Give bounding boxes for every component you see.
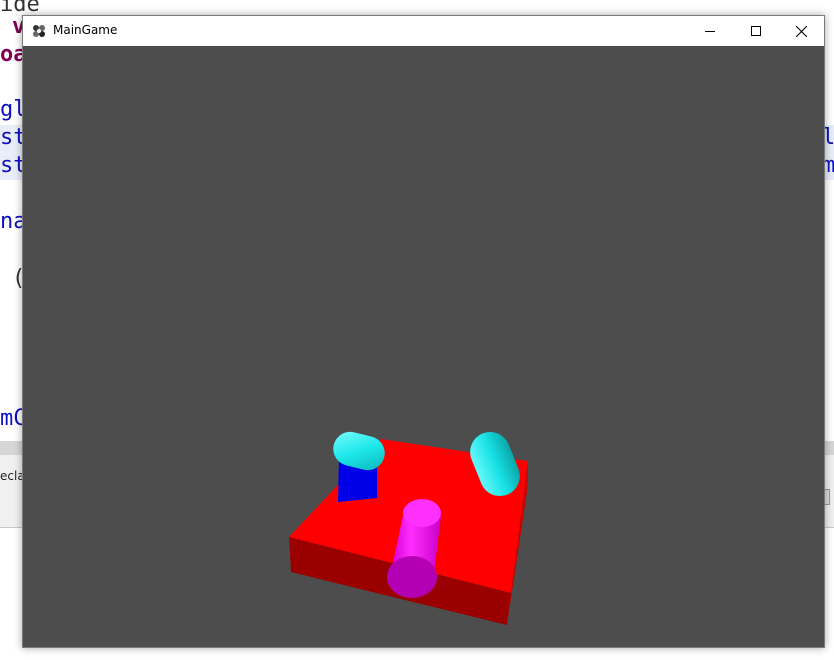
game-viewport[interactable]	[23, 46, 824, 647]
minimize-button[interactable]	[687, 16, 733, 46]
close-button[interactable]	[778, 16, 824, 46]
minimize-icon	[705, 31, 715, 32]
scene-render	[289, 431, 528, 625]
title-bar[interactable]: MainGame	[23, 16, 824, 46]
window-title: MainGame	[53, 23, 118, 37]
app-icon	[33, 25, 45, 37]
close-icon	[795, 25, 807, 37]
maximize-icon	[751, 26, 761, 36]
bottom-panel-tab[interactable]: ecla	[0, 469, 25, 483]
maximize-button[interactable]	[733, 16, 779, 46]
game-window: MainGame	[22, 15, 825, 648]
